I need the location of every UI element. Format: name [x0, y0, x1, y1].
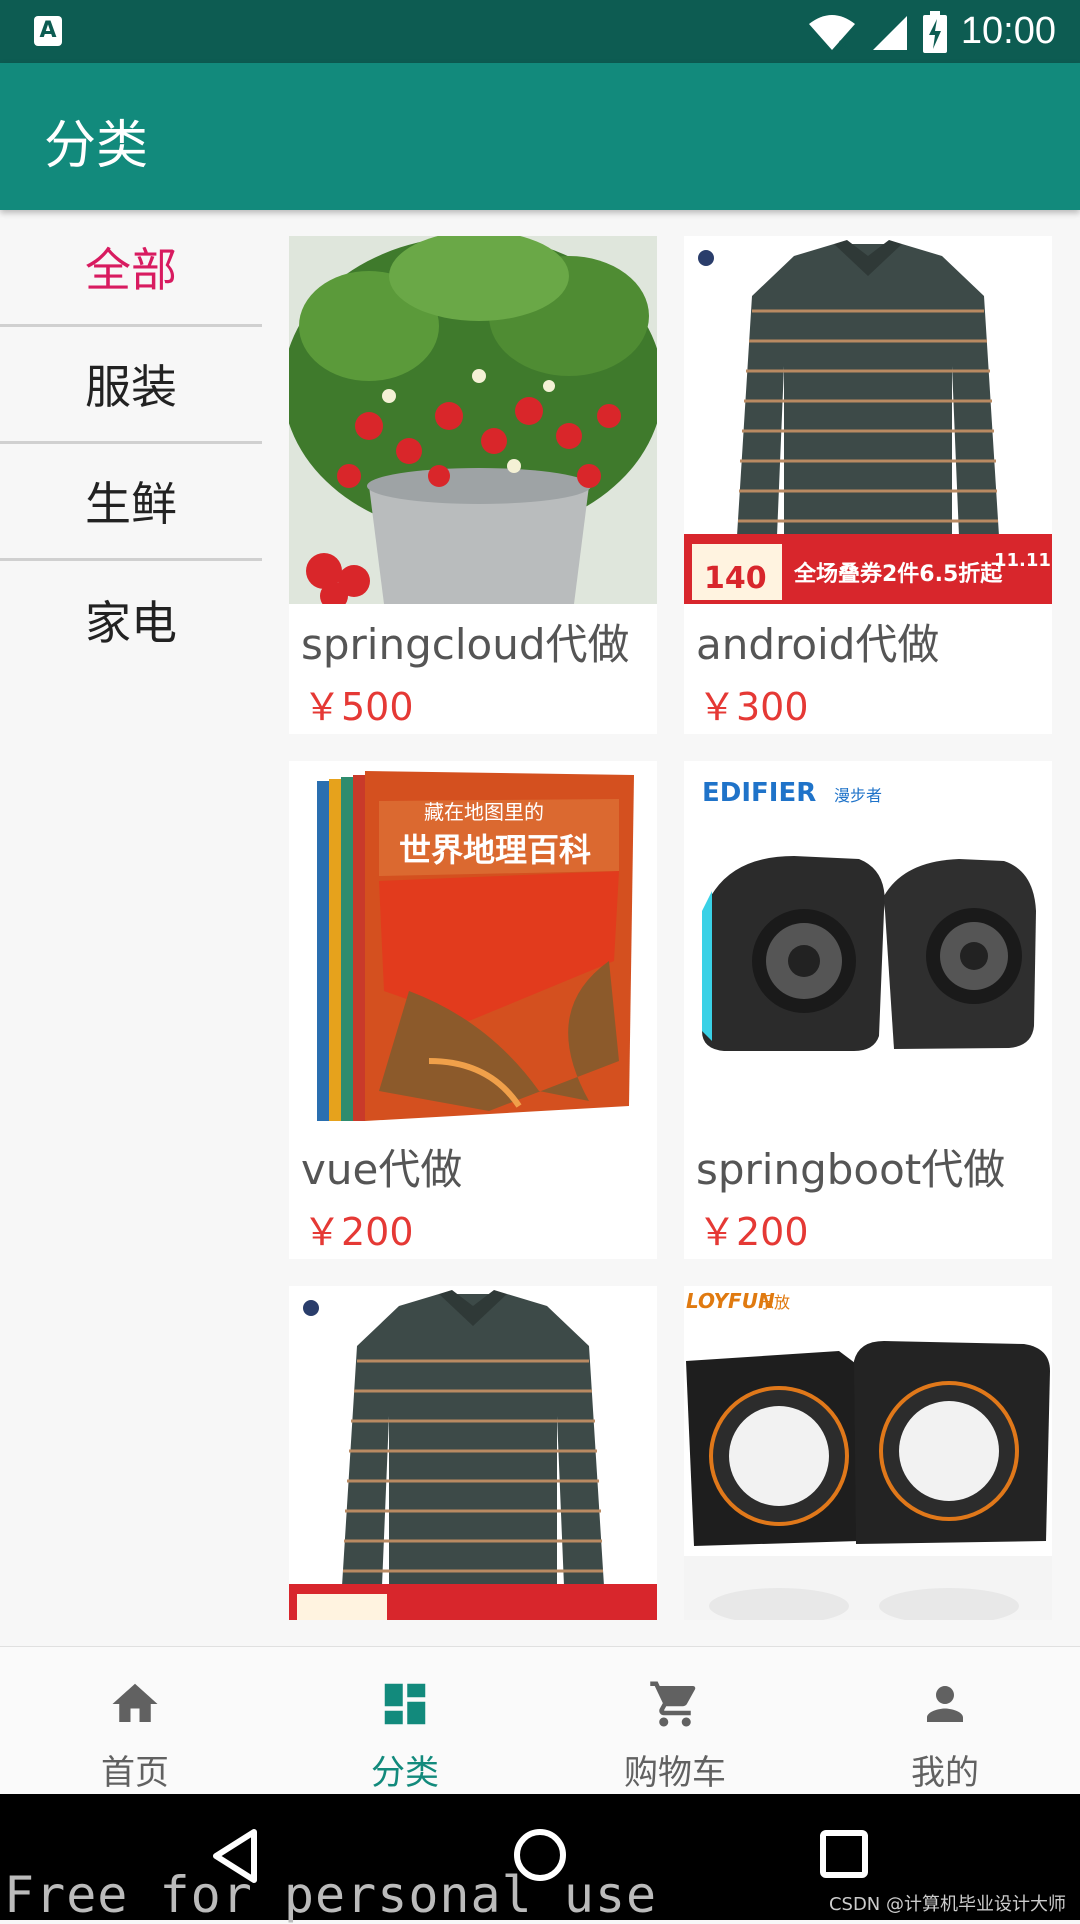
svg-text:×: ×	[837, 35, 850, 52]
product-price: ￥200	[303, 1210, 414, 1254]
page-title: 分类	[44, 116, 149, 176]
loyfun-speakers-image: LOYFUN 乐放	[684, 1286, 1052, 1620]
category-item-appliances[interactable]: 家电	[0, 561, 262, 678]
striped-polo-shirt-image	[289, 1286, 657, 1620]
product-card[interactable]: springcloud代做 ￥500	[289, 236, 657, 734]
nav-label: 首页	[101, 1753, 169, 1793]
nav-item-home[interactable]: 首页	[0, 1647, 270, 1795]
product-card[interactable]: 140 全场叠券2件6.5折起 11.11 android代做 ￥300	[684, 236, 1052, 734]
nav-item-profile[interactable]: 我的	[810, 1647, 1080, 1795]
grid-icon	[384, 1683, 426, 1725]
product-name: android代做	[696, 620, 940, 669]
person-icon	[927, 1686, 963, 1722]
a-notification-icon: A	[34, 16, 62, 46]
promo-price-text: 140	[704, 561, 767, 596]
home-icon	[112, 1683, 158, 1722]
nav-label: 我的	[911, 1753, 979, 1793]
wifi-icon: ×	[808, 14, 855, 52]
bottom-navigation: 首页 分类 购物车 我的	[0, 1646, 1080, 1795]
product-card[interactable]	[289, 1286, 657, 1620]
watermark-text: Free for personal use	[4, 1866, 658, 1924]
loyfun-cn-text: 乐放	[758, 1293, 790, 1312]
nav-item-category[interactable]: 分类	[270, 1647, 540, 1795]
nav-label: 购物车	[624, 1753, 726, 1793]
geography-encyclopedia-books-image: 藏在地图里的 世界地理百科	[289, 761, 657, 1129]
product-price: ￥500	[303, 685, 414, 729]
product-card[interactable]: 藏在地图里的 世界地理百科 vue代做 ￥200	[289, 761, 657, 1259]
category-item-clothing[interactable]: 服装	[0, 327, 262, 444]
nav-item-cart[interactable]: 购物车	[540, 1647, 810, 1795]
promo-event-text: 11.11	[994, 550, 1051, 571]
promo-text: 全场叠券2件6.5折起	[793, 561, 1003, 587]
status-bar: A × 10:00	[0, 0, 1080, 63]
product-name: vue代做	[301, 1145, 463, 1194]
status-time: 10:00	[960, 10, 1056, 52]
product-grid: springcloud代做 ￥500 140 全场叠券2件6.5折起 11.11…	[289, 236, 1053, 1620]
product-card[interactable]: LOYFUN 乐放	[684, 1286, 1052, 1620]
battery-charging-icon	[922, 10, 947, 53]
recents-icon[interactable]	[820, 1830, 868, 1878]
cart-icon	[650, 1681, 696, 1727]
edifier-cn-text: 漫步者	[834, 786, 882, 805]
edifier-speakers-image: EDIFIER 漫步者	[684, 761, 1052, 1129]
product-price: ￥300	[698, 685, 809, 729]
signal-icon	[872, 15, 907, 50]
product-price: ￥200	[698, 1210, 809, 1254]
category-label: 服装	[85, 360, 177, 414]
category-label: 生鲜	[85, 477, 177, 531]
edifier-brand-text: EDIFIER	[702, 778, 816, 808]
strawberry-plant-image	[289, 236, 657, 604]
credit-text: CSDN @计算机毕业设计大师	[828, 1894, 1066, 1915]
product-card[interactable]: EDIFIER 漫步者 springboot代做 ￥200	[684, 761, 1052, 1259]
category-list: 全部 服装 生鲜 家电	[0, 210, 262, 678]
category-item-fresh[interactable]: 生鲜	[0, 444, 262, 561]
category-label: 家电	[85, 595, 177, 650]
striped-polo-shirt-image: 140 全场叠券2件6.5折起 11.11	[684, 236, 1052, 604]
category-label: 全部	[85, 243, 177, 297]
app-bar: 分类	[0, 63, 1080, 210]
product-name: springcloud代做	[301, 620, 630, 669]
book-subtitle-text: 藏在地图里的	[424, 800, 544, 824]
nav-label: 分类	[371, 1753, 439, 1793]
category-item-all[interactable]: 全部	[0, 210, 262, 327]
book-title-text: 世界地理百科	[399, 831, 591, 869]
product-name: springboot代做	[696, 1145, 1006, 1194]
